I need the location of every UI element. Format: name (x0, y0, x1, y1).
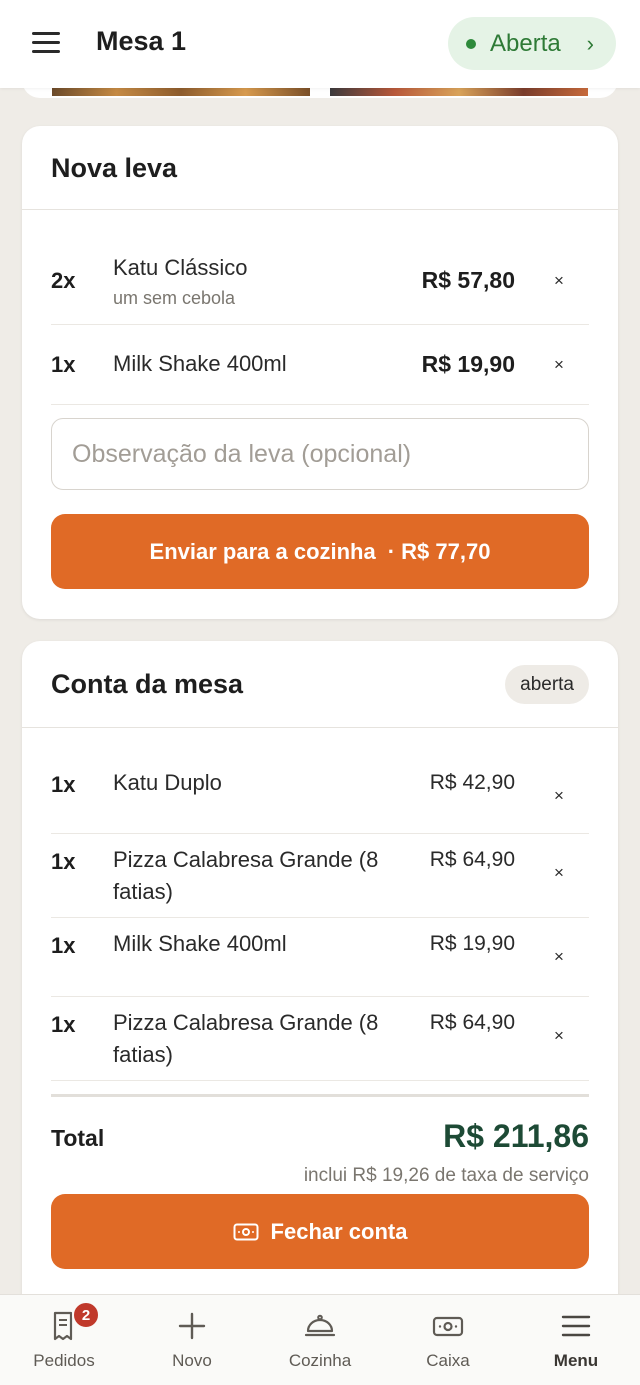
item-note: um sem cebola (113, 288, 236, 308)
table-bill-card: Conta da mesa aberta 1x Katu Duplo R$ 42… (22, 641, 618, 1321)
card-title: Nova leva (51, 153, 178, 183)
item-name: Katu Duplo (113, 770, 222, 795)
item-name: Pizza Calabresa Grande (8 fatias) (113, 847, 379, 904)
send-total: · R$ 77,70 (387, 538, 491, 564)
item-quantity: 1x (51, 849, 76, 874)
nav-item-cozinha[interactable]: Cozinha (256, 1295, 384, 1385)
row-divider (51, 917, 589, 918)
row-divider (51, 1080, 589, 1081)
notification-badge: 2 (72, 1301, 100, 1329)
nav-item-menu[interactable]: Menu (512, 1295, 640, 1385)
item-price: R$ 64,90 (429, 1011, 515, 1034)
close-bill-button[interactable]: Fechar conta (51, 1194, 589, 1269)
cloche-icon (304, 1314, 336, 1337)
status-label: Aberta (490, 29, 561, 57)
item-quantity: 2x (51, 268, 76, 293)
remove-item-button[interactable]: × (554, 1026, 564, 1046)
nav-label: Novo (172, 1351, 212, 1370)
item-price: R$ 57,80 (421, 267, 515, 293)
status-dot-icon (466, 38, 476, 49)
nav-item-pedidos[interactable]: 2 Pedidos (0, 1295, 128, 1385)
divider (22, 727, 618, 728)
send-label: Enviar para a cozinha (149, 538, 376, 564)
page-title: Mesa 1 (96, 26, 187, 56)
item-name: Katu Clássico (113, 255, 248, 280)
item-quantity: 1x (51, 1012, 76, 1037)
send-to-kitchen-button[interactable]: Enviar para a cozinha · R$ 77,70 (51, 514, 589, 589)
plus-icon (178, 1312, 206, 1340)
item-price: R$ 19,90 (429, 932, 515, 955)
hamburger-icon (561, 1315, 591, 1337)
item-quantity: 1x (51, 933, 76, 958)
total-value: R$ 211,86 (443, 1118, 589, 1154)
item-quantity: 1x (51, 772, 76, 797)
cash-icon (432, 1316, 464, 1337)
row-divider (51, 833, 589, 834)
row-divider (51, 404, 589, 405)
cash-icon (233, 1223, 259, 1240)
nav-label: Menu (553, 1351, 599, 1370)
hamburger-menu-icon[interactable] (32, 30, 62, 56)
row-divider (51, 996, 589, 997)
batch-observation-input[interactable] (51, 418, 589, 490)
top-app-bar: Mesa 1 Aberta › (0, 0, 640, 88)
item-name: Pizza Calabresa Grande (8 fatias) (113, 1010, 379, 1067)
new-batch-card: Nova leva 2x Katu Clássico um sem cebola… (22, 126, 618, 619)
service-fee-note: inclui R$ 19,26 de taxa de serviço (303, 1165, 589, 1186)
card-title: Conta da mesa (51, 669, 244, 699)
item-price: R$ 64,90 (429, 848, 515, 871)
nav-label: Pedidos (33, 1351, 95, 1370)
remove-item-button[interactable]: × (554, 947, 564, 967)
item-name: Milk Shake 400ml (113, 351, 287, 376)
row-divider (51, 324, 589, 325)
remove-item-button[interactable]: × (554, 863, 564, 883)
remove-item-button[interactable]: × (554, 786, 564, 806)
remove-item-button[interactable]: × (554, 271, 564, 291)
nav-label: Caixa (426, 1351, 470, 1370)
divider (22, 209, 618, 210)
item-price: R$ 19,90 (421, 351, 515, 377)
item-quantity: 1x (51, 352, 76, 377)
close-bill-label: Fechar conta (270, 1218, 408, 1244)
remove-item-button[interactable]: × (554, 355, 564, 375)
bottom-navigation: 2 Pedidos Novo Cozinha Caixa Menu (0, 1294, 640, 1385)
status-badge: aberta (505, 665, 589, 704)
nav-item-caixa[interactable]: Caixa (384, 1295, 512, 1385)
total-divider (51, 1094, 589, 1097)
table-status-button[interactable]: Aberta › (448, 17, 616, 70)
nav-label: Cozinha (288, 1351, 352, 1370)
item-name: Milk Shake 400ml (113, 931, 287, 956)
total-label: Total (51, 1125, 105, 1151)
chevron-right-icon: › (586, 31, 594, 56)
item-price: R$ 42,90 (429, 771, 515, 794)
nav-item-novo[interactable]: Novo (128, 1295, 256, 1385)
